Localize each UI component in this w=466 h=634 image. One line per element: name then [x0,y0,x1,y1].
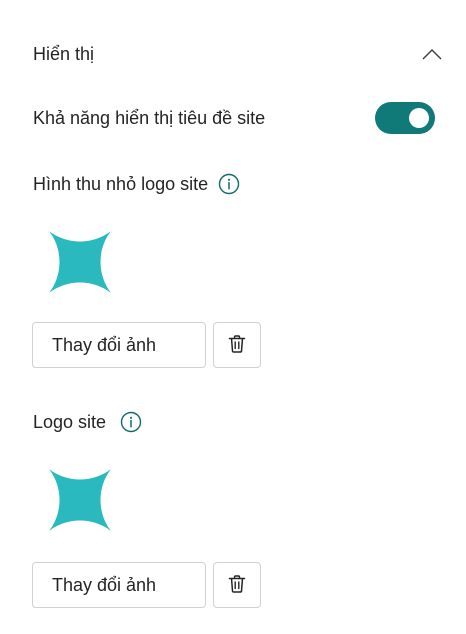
display-section-header[interactable]: Hiển thị [33,40,443,68]
four-point-star-icon [45,465,115,535]
logo-thumbnail-label: Hình thu nhỏ logo site [33,173,209,194]
toggle-knob [409,108,429,128]
site-logo-label-row: Logo site [33,409,142,435]
section-title: Hiển thị [33,43,95,64]
change-thumbnail-button[interactable]: Thay đổi ảnh [32,322,206,368]
delete-site-logo-button[interactable] [213,562,261,608]
four-point-star-icon [45,227,115,297]
site-logo-label: Logo site [33,411,107,432]
chevron-up-icon[interactable] [421,43,443,65]
change-site-logo-button[interactable]: Thay đổi ảnh [32,562,206,608]
site-title-visibility-toggle[interactable] [375,102,435,134]
delete-thumbnail-button[interactable] [213,322,261,368]
logo-thumbnail-label-row: Hình thu nhỏ logo site [33,171,240,197]
trash-icon [227,574,247,597]
info-icon[interactable] [218,173,240,195]
site-title-visibility-label: Khả năng hiển thị tiêu đề site [33,107,266,128]
info-icon[interactable] [120,411,142,433]
site-title-visibility-row: Khả năng hiển thị tiêu đề site [33,102,435,134]
trash-icon [227,334,247,357]
